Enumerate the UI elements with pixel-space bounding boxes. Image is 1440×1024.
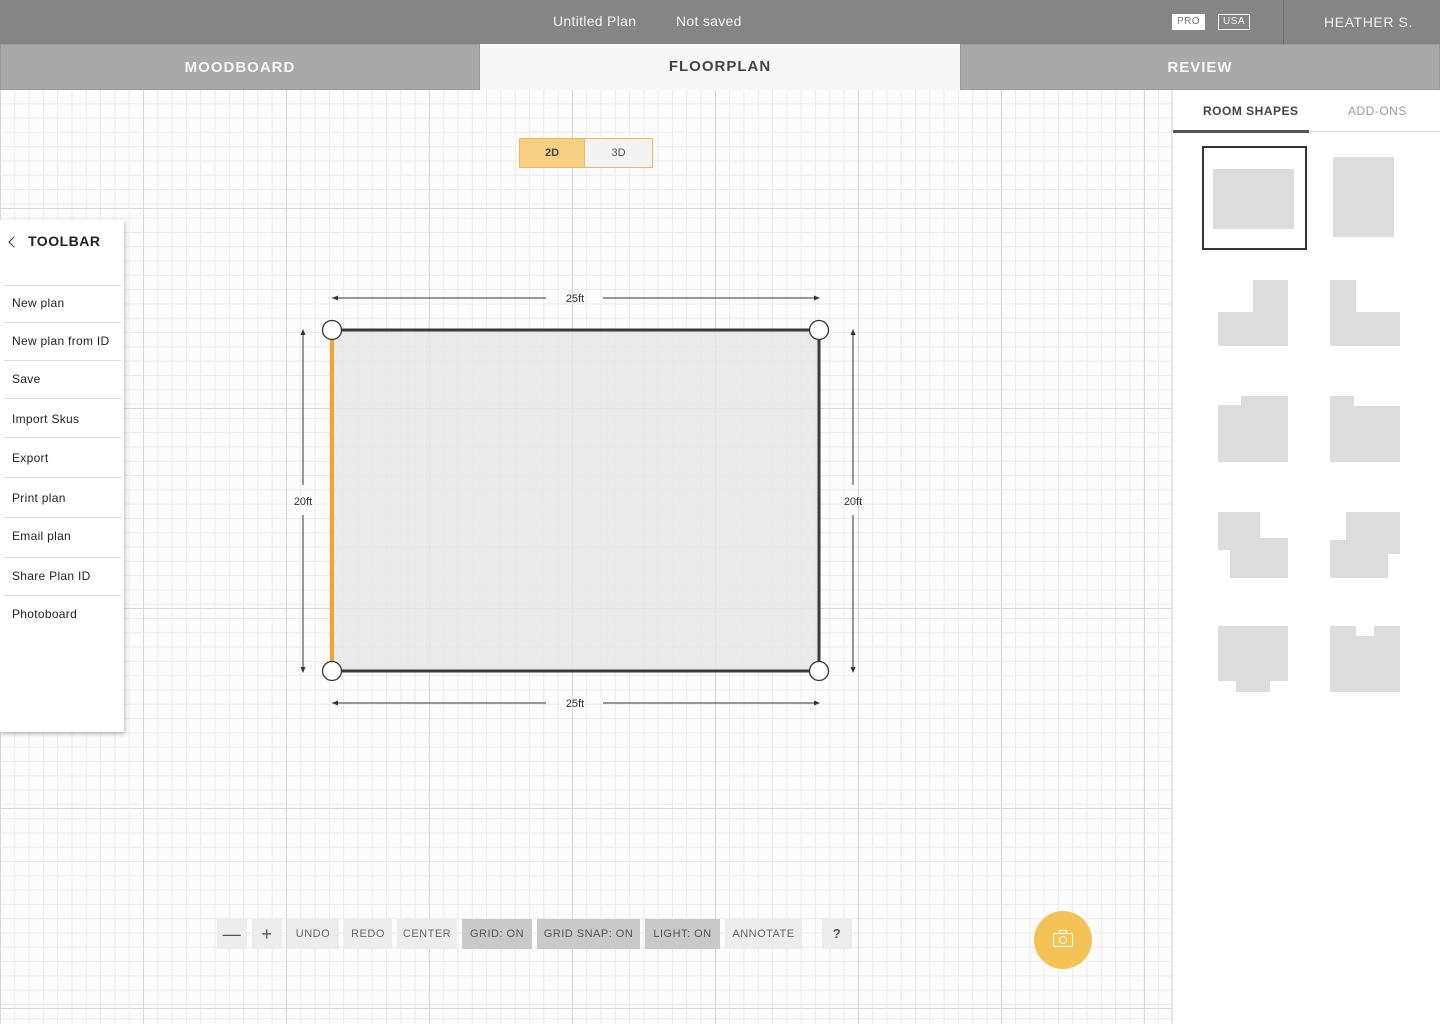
toolbar-panel: TOOLBAR New plan New plan from ID Save I… <box>0 220 124 732</box>
room-shape-l-right[interactable] <box>1217 279 1289 347</box>
tab-add-ons[interactable]: ADD-ONS <box>1348 104 1407 118</box>
toolbar-item-export[interactable]: Export <box>4 437 121 477</box>
corner-handle-bottom-right[interactable] <box>808 660 830 682</box>
toolbar-item-photoboard[interactable]: Photoboard <box>4 595 121 633</box>
view-3d-button[interactable]: 3D <box>585 138 653 168</box>
corner-handle-top-right[interactable] <box>808 319 830 341</box>
topbar-divider <box>1283 0 1284 44</box>
corner-handle-bottom-left[interactable] <box>321 660 343 682</box>
toolbar-item-import-skus[interactable]: Import Skus <box>4 398 121 438</box>
redo-button[interactable]: REDO <box>344 919 392 949</box>
region-badge[interactable]: USA <box>1218 14 1251 30</box>
pro-badge: PRO <box>1172 14 1206 30</box>
room-shape-rectangle-tall[interactable] <box>1323 154 1403 238</box>
notch-top-icon <box>1330 626 1400 692</box>
toolbar-item-email-plan[interactable]: Email plan <box>4 517 121 557</box>
annotate-button[interactable]: ANNOTATE <box>725 919 802 949</box>
light-toggle-button[interactable]: LIGHT: ON <box>645 919 720 949</box>
chevron-left-icon[interactable] <box>8 235 20 248</box>
corner-handle-top-left[interactable] <box>321 319 343 341</box>
undo-button[interactable]: UNDO <box>287 919 339 949</box>
room-shape-offset-right[interactable] <box>1329 511 1401 579</box>
toolbar-item-new-plan[interactable]: New plan <box>4 285 121 323</box>
room-shape-offset-left[interactable] <box>1217 511 1289 579</box>
grid-snap-toggle-button[interactable]: GRID SNAP: ON <box>537 919 640 949</box>
room-shape-bay-bottom[interactable] <box>1217 625 1289 693</box>
save-status: Not saved <box>676 13 742 29</box>
help-button[interactable]: ? <box>822 919 852 949</box>
tab-floorplan[interactable]: FLOORPLAN <box>480 44 960 90</box>
plan-title[interactable]: Untitled Plan <box>553 13 636 29</box>
user-menu[interactable]: HEATHER S. <box>1324 14 1413 30</box>
room-shape-notch-left[interactable] <box>1217 395 1289 463</box>
l-shape-left-icon <box>1330 280 1400 346</box>
zoom-in-button[interactable]: + <box>252 919 282 949</box>
camera-button[interactable] <box>1034 911 1092 969</box>
right-panel: ROOM SHAPES ADD-ONS <box>1171 90 1440 1024</box>
toolbar-header[interactable]: TOOLBAR <box>8 233 101 249</box>
tab-divider <box>1309 131 1440 132</box>
room-shape-l-left[interactable] <box>1329 279 1401 347</box>
offset-right-icon <box>1330 512 1400 578</box>
view-2d-button[interactable]: 2D <box>519 138 585 168</box>
grid-toggle-button[interactable]: GRID: ON <box>462 919 532 949</box>
tab-moodboard[interactable]: MOODBOARD <box>0 44 480 90</box>
notch-right-icon <box>1330 396 1400 462</box>
dimension-top-label: 25ft <box>566 293 584 305</box>
toolbar-item-share-plan-id[interactable]: Share Plan ID <box>4 557 121 595</box>
room-shape-rectangle-wide[interactable] <box>1202 146 1307 250</box>
room-floor[interactable] <box>332 330 819 671</box>
toolbar-item-print-plan[interactable]: Print plan <box>4 477 121 517</box>
room-shape-notch-top[interactable] <box>1329 625 1401 693</box>
offset-left-icon <box>1218 512 1288 578</box>
dimension-left-label: 20ft <box>294 496 312 508</box>
dimension-right-label: 20ft <box>844 496 862 508</box>
active-tab-indicator <box>1173 130 1309 133</box>
camera-lens-icon <box>1059 936 1067 944</box>
tab-review[interactable]: REVIEW <box>960 44 1440 90</box>
top-bar: Untitled Plan Not saved PRO USA HEATHER … <box>0 0 1440 44</box>
view-toggle: 2D 3D <box>519 138 653 168</box>
rectangle-tall-icon <box>1333 157 1394 237</box>
toolbar-title: TOOLBAR <box>28 233 101 249</box>
toolbar-item-save[interactable]: Save <box>4 360 121 398</box>
tab-room-shapes[interactable]: ROOM SHAPES <box>1203 104 1299 118</box>
toolbar-item-new-plan-from-id[interactable]: New plan from ID <box>4 322 121 360</box>
zoom-out-button[interactable]: — <box>217 919 247 949</box>
notch-left-icon <box>1218 396 1288 462</box>
l-shape-right-icon <box>1218 280 1288 346</box>
center-button[interactable]: CENTER <box>397 919 457 949</box>
rectangle-wide-icon <box>1213 169 1294 229</box>
bay-bottom-icon <box>1218 626 1288 692</box>
dimension-bottom-label: 25ft <box>566 698 584 710</box>
main-tabs: MOODBOARD FLOORPLAN REVIEW <box>0 44 1440 90</box>
room-shape-notch-right[interactable] <box>1329 395 1401 463</box>
